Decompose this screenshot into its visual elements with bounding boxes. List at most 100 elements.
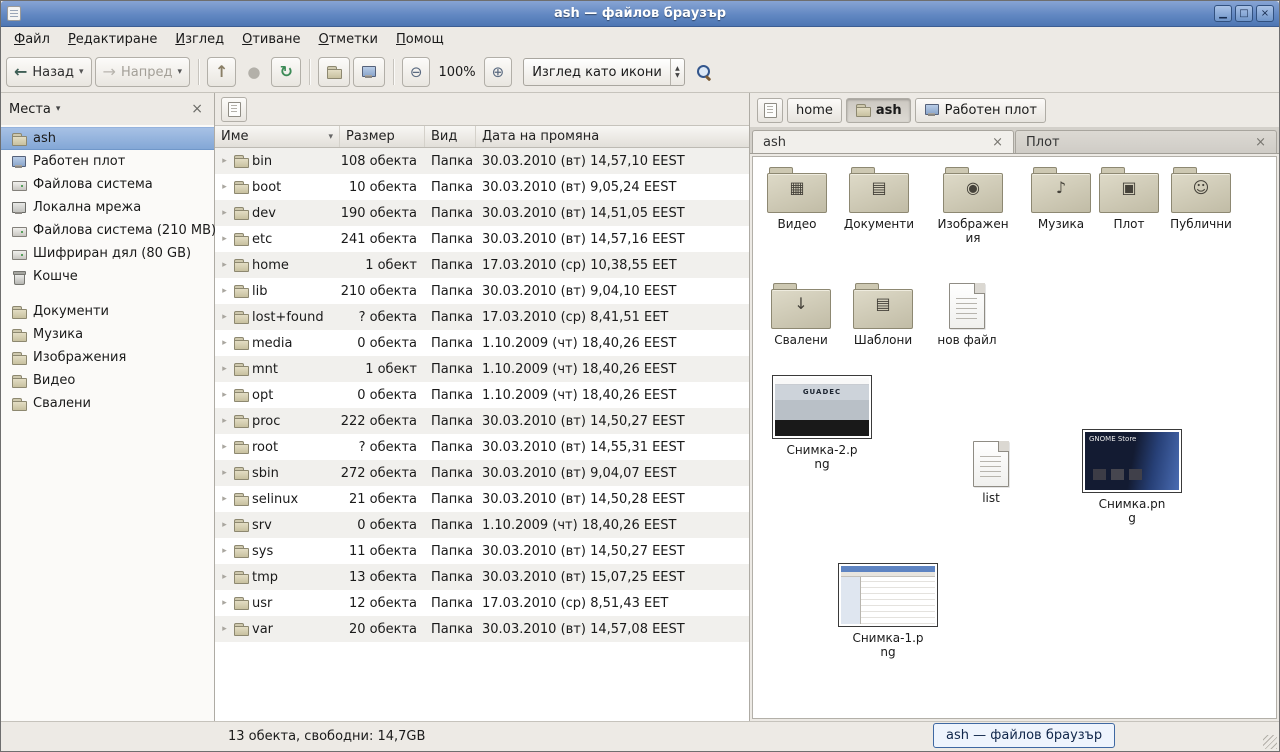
menu-Отметки[interactable]: Отметки — [310, 29, 388, 50]
sidebar-item-Изображения[interactable]: Изображения — [1, 346, 214, 369]
expander-icon[interactable]: ▸ — [219, 572, 230, 582]
path-button-ash[interactable]: ash — [846, 98, 911, 123]
tree-row-lost+found[interactable]: ▸lost+found? обектаПапка17.03.2010 (ср) … — [215, 304, 749, 330]
column-header-name[interactable]: Име ▾ — [215, 126, 340, 147]
expander-icon[interactable]: ▸ — [219, 364, 230, 374]
menu-Изглед[interactable]: Изглед — [166, 29, 233, 50]
sidebar-item-Локална мрежа[interactable]: Локална мрежа — [1, 196, 214, 219]
tree-row-srv[interactable]: ▸srv0 обектаПапка1.10.2009 (чт) 18,40,26… — [215, 512, 749, 538]
tree-row-usr[interactable]: ▸usr12 обектаПапка17.03.2010 (ср) 8,51,4… — [215, 590, 749, 616]
expander-icon[interactable]: ▸ — [219, 442, 230, 452]
tab-close-icon[interactable]: × — [984, 135, 1003, 150]
close-button[interactable]: × — [1256, 5, 1274, 22]
tree-row-var[interactable]: ▸var20 обектаПапка30.03.2010 (вт) 14,57,… — [215, 616, 749, 642]
places-dropdown-icon[interactable]: ▾ — [56, 104, 61, 114]
tree-row-boot[interactable]: ▸boot10 обектаПапка30.03.2010 (вт) 9,05,… — [215, 174, 749, 200]
back-button[interactable]: ← Назад ▾ — [6, 57, 92, 87]
sidebar-item-Свалени[interactable]: Свалени — [1, 392, 214, 415]
sidebar-item-Музика[interactable]: Музика — [1, 323, 214, 346]
tab-close-icon[interactable]: × — [1247, 135, 1266, 150]
sidebar-item-Файлова система[interactable]: Файлова система — [1, 173, 214, 196]
tree-row-etc[interactable]: ▸etc241 обектаПапка30.03.2010 (вт) 14,57… — [215, 226, 749, 252]
icon-item-Шаблони[interactable]: ▤Шаблони — [841, 283, 925, 347]
tab-ash[interactable]: ash× — [752, 130, 1014, 153]
expander-icon[interactable]: ▸ — [219, 624, 230, 634]
sidebar-item-Видео[interactable]: Видео — [1, 369, 214, 392]
zoom-in-button[interactable]: ⊕ — [484, 57, 513, 87]
expander-icon[interactable]: ▸ — [219, 260, 230, 270]
tree-row-sys[interactable]: ▸sys11 обектаПапка30.03.2010 (вт) 14,50,… — [215, 538, 749, 564]
sidebar-item-Документи[interactable]: Документи — [1, 300, 214, 323]
reload-button[interactable]: ↻ — [271, 57, 300, 87]
up-button[interactable]: ↑ — [207, 57, 236, 87]
tree-row-opt[interactable]: ▸opt0 обектаПапка1.10.2009 (чт) 18,40,26… — [215, 382, 749, 408]
tree-row-bin[interactable]: ▸bin108 обектаПапка30.03.2010 (вт) 14,57… — [215, 148, 749, 174]
sidebar-item-ash[interactable]: ash — [1, 127, 214, 150]
sidebar-item-Кошче[interactable]: Кошче — [1, 265, 214, 288]
icon-item-Документи[interactable]: ▤Документи — [837, 167, 921, 231]
sidebar-item-Файлова система (210 MB)[interactable]: Файлова система (210 MB) — [1, 219, 214, 242]
tree-row-dev[interactable]: ▸dev190 обектаПапка30.03.2010 (вт) 14,51… — [215, 200, 749, 226]
expander-icon[interactable]: ▸ — [219, 416, 230, 426]
search-button[interactable] — [688, 57, 721, 87]
sidebar-item-Шифриран дял (80 GB)[interactable]: Шифриран дял (80 GB) — [1, 242, 214, 265]
expander-icon[interactable]: ▸ — [219, 468, 230, 478]
minimize-button[interactable]: ▁ — [1214, 5, 1232, 22]
stop-button[interactable]: ● — [239, 57, 268, 87]
icon-item-list[interactable]: list — [949, 441, 1033, 505]
icon-item-Снимка-1.png[interactable]: Снимка-1.png — [833, 563, 943, 660]
tree-row-selinux[interactable]: ▸selinux21 обектаПапка30.03.2010 (вт) 14… — [215, 486, 749, 512]
tree-row-sbin[interactable]: ▸sbin272 обектаПапка30.03.2010 (вт) 9,04… — [215, 460, 749, 486]
column-header-size[interactable]: Размер — [340, 126, 425, 147]
expander-icon[interactable]: ▸ — [219, 312, 230, 322]
tree-row-mnt[interactable]: ▸mnt1 обектПапка1.10.2009 (чт) 18,40,26 … — [215, 356, 749, 382]
icon-item-Снимка-2.png[interactable]: GUADECСнимка-2.png — [767, 375, 877, 472]
expander-icon[interactable]: ▸ — [219, 390, 230, 400]
expander-icon[interactable]: ▸ — [219, 598, 230, 608]
icon-item-Изображения[interactable]: ◉Изображения — [931, 167, 1015, 246]
expander-icon[interactable]: ▸ — [219, 156, 230, 166]
menu-Редактиране[interactable]: Редактиране — [59, 29, 166, 50]
path-button-home[interactable]: home — [787, 98, 842, 123]
expander-icon[interactable]: ▸ — [219, 286, 230, 296]
icon-item-Публични[interactable]: ☺Публични — [1159, 167, 1243, 231]
tree-row-tmp[interactable]: ▸tmp13 обектаПапка30.03.2010 (вт) 15,07,… — [215, 564, 749, 590]
tree-row-lib[interactable]: ▸lib210 обектаПапка30.03.2010 (вт) 9,04,… — [215, 278, 749, 304]
view-mode-select[interactable]: Изглед като икони ▲▼ — [523, 58, 685, 86]
sidebar-item-Работен плот[interactable]: Работен плот — [1, 150, 214, 173]
expander-icon[interactable]: ▸ — [219, 520, 230, 530]
titlebar[interactable]: ash — файлов браузър ▁ □ × — [1, 1, 1279, 27]
home-button[interactable] — [318, 57, 350, 87]
menu-Файл[interactable]: Файл — [5, 29, 59, 50]
tree-row-home[interactable]: ▸home1 обектПапка17.03.2010 (ср) 10,38,5… — [215, 252, 749, 278]
computer-button[interactable] — [353, 57, 385, 87]
expander-icon[interactable]: ▸ — [219, 208, 230, 218]
expander-icon[interactable]: ▸ — [219, 182, 230, 192]
places-title[interactable]: Места — [9, 102, 51, 117]
icon-item-нов файл[interactable]: нов файл — [925, 283, 1009, 347]
tree-row-media[interactable]: ▸media0 обектаПапка1.10.2009 (чт) 18,40,… — [215, 330, 749, 356]
tree-row-proc[interactable]: ▸proc222 обектаПапка30.03.2010 (вт) 14,5… — [215, 408, 749, 434]
tree-row-root[interactable]: ▸root? обектаПапка30.03.2010 (вт) 14,55,… — [215, 434, 749, 460]
zoom-out-button[interactable]: ⊖ — [402, 57, 431, 87]
expander-icon[interactable]: ▸ — [219, 494, 230, 504]
path-button-Работен плот[interactable]: Работен плот — [915, 98, 1046, 123]
column-header-type[interactable]: Вид — [425, 126, 476, 147]
back-history-icon[interactable]: ▾ — [79, 67, 84, 77]
icon-item-Свалени[interactable]: ↓Свалени — [759, 283, 843, 347]
menu-Помощ[interactable]: Помощ — [387, 29, 453, 50]
location-button[interactable] — [221, 97, 247, 122]
forward-history-icon[interactable]: ▾ — [177, 67, 182, 77]
icon-item-Снимка.png[interactable]: GNOME StoreСнимка.png — [1077, 429, 1187, 526]
menu-Отиване[interactable]: Отиване — [233, 29, 309, 50]
tab-Плот[interactable]: Плот× — [1015, 130, 1277, 153]
forward-button[interactable]: → Напред ▾ — [95, 57, 190, 87]
expander-icon[interactable]: ▸ — [219, 338, 230, 348]
icon-item-Видео[interactable]: ▦Видео — [755, 167, 839, 231]
column-header-date[interactable]: Дата на промяна — [476, 126, 749, 147]
expander-icon[interactable]: ▸ — [219, 546, 230, 556]
maximize-button[interactable]: □ — [1235, 5, 1253, 22]
location-toggle-button[interactable] — [757, 98, 783, 123]
sidebar-close-icon[interactable]: × — [188, 101, 206, 117]
spinner-arrows-icon[interactable]: ▲▼ — [670, 59, 684, 85]
